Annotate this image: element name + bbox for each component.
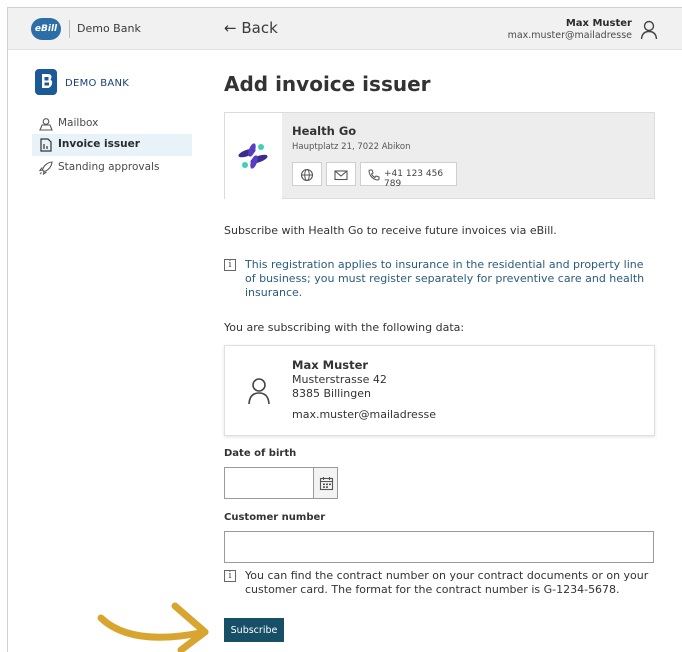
bank-name: Demo Bank [77,22,141,35]
issuer-card: Health Go Hauptplatz 21, 7022 Abikon +41… [224,112,655,199]
contract-info-text: You can find the contract number on your… [245,569,649,596]
top-bar: eBill Demo Bank ← Back Max Muster max.mu… [8,8,682,50]
following-data-label: You are subscribing with the following d… [224,321,465,334]
phone-number: +41 123 456 789 [384,169,444,189]
divider [69,20,70,38]
customer-number-input[interactable] [224,531,654,563]
dob-label: Date of birth [224,448,297,459]
page-title: Add invoice issuer [224,72,431,96]
sidebar-item-standing-approvals[interactable]: Standing approvals [32,157,192,179]
subscribe-description: Subscribe with Health Go to receive futu… [224,224,557,237]
user-email: max.muster@mailadresse [507,30,632,41]
user-avatar-icon [248,378,270,405]
sidebar-item-invoice-issuer[interactable]: Invoice issuer [32,134,192,156]
user-info[interactable]: Max Muster max.muster@mailadresse [508,18,632,42]
email-button[interactable] [326,162,356,186]
registration-info-text: This registration applies to insurance i… [245,258,645,299]
ebill-logo: eBill [31,18,61,40]
pointer-arrow-icon [97,602,209,652]
subscriber-data-card: Max Muster Musterstrasse 42 8385 Billing… [224,345,655,436]
issuer-logo [225,113,282,199]
subscriber-street: Musterstrasse 42 [292,373,387,386]
back-button[interactable]: ← Back [224,19,278,37]
bank-logo: DEMO BANK [35,69,195,95]
mailbox-icon [39,118,53,131]
info-icon: i [224,259,236,271]
user-name: Max Muster [565,18,632,29]
issuer-name: Health Go [292,124,357,138]
sidebar-item-label: Mailbox [58,117,99,129]
sidebar-item-label: Invoice issuer [58,138,140,150]
phone-button[interactable]: +41 123 456 789 [360,162,457,189]
calendar-icon [319,477,334,491]
mail-icon [334,170,348,181]
user-icon[interactable] [640,20,658,40]
issuer-address: Hauptplatz 21, 7022 Abikon [292,142,411,152]
website-button[interactable] [292,162,322,186]
sidebar-item-label: Standing approvals [58,161,160,173]
info-icon: i [224,570,236,582]
subscribe-button[interactable]: Subscribe [224,618,284,642]
phone-icon [368,169,380,181]
subscriber-email: max.muster@mailadresse [292,408,437,421]
customer-number-label: Customer number [224,512,326,523]
sidebar-item-mailbox[interactable]: Mailbox [32,113,192,135]
document-icon [40,138,52,152]
subscriber-name: Max Muster [292,358,369,372]
globe-icon [300,168,314,182]
rocket-icon [39,161,53,175]
calendar-button[interactable] [313,467,338,499]
date-of-birth-input[interactable] [224,467,314,499]
bank-logo-icon [35,69,57,95]
subscriber-city: 8385 Billingen [292,387,371,400]
bank-logo-text: DEMO BANK [65,78,130,89]
health-go-logo-icon [238,143,268,169]
